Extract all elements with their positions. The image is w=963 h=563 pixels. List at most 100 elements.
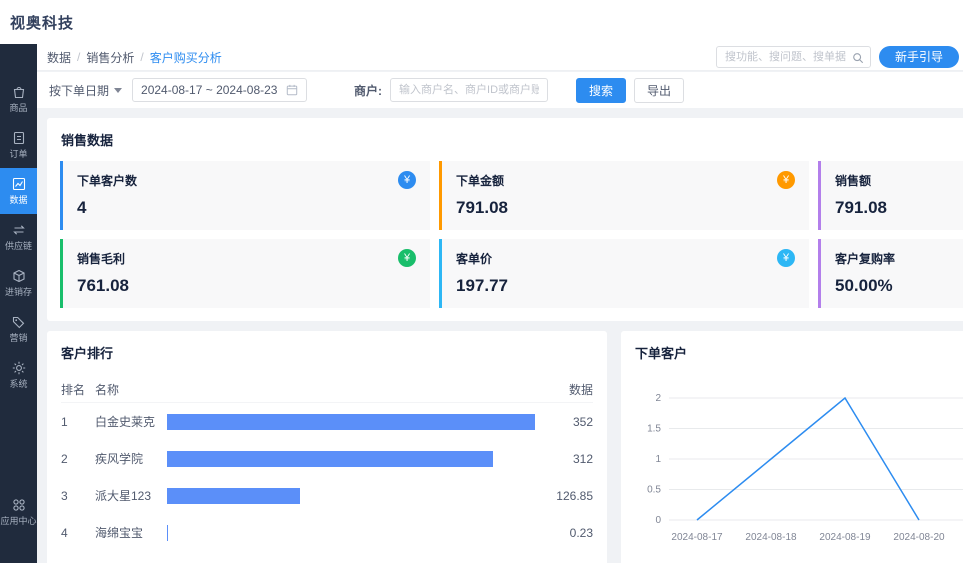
sidebar-item-system[interactable]: 系统 <box>0 352 37 398</box>
ranking-table-body: 1白金史莱克3522疾风学院3123派大星123126.854海绵宝宝0.23 <box>61 403 593 551</box>
brand-logo: 视奥科技 <box>10 12 74 33</box>
rank-cell: 3 <box>61 489 95 503</box>
customer-ranking-card: 客户排行 排名 名称 数据 1白金史莱克3522疾风学院3123派大星12312… <box>47 331 607 563</box>
table-row: 3派大星123 126.85 <box>61 477 593 514</box>
stat-tile-5: 客单价¥197.77 <box>439 239 809 308</box>
breadcrumb: 数据/销售分析/客户购买分析 <box>47 49 716 66</box>
name-cell: 派大星123 <box>95 487 167 504</box>
sidebar-item-label: 进销存 <box>0 286 37 298</box>
breadcrumb-item[interactable]: 数据 <box>47 49 71 66</box>
breadcrumb-item[interactable]: 客户购买分析 <box>150 49 222 66</box>
stat-tile-value: 761.08 <box>77 276 416 296</box>
search-icon[interactable] <box>852 51 864 63</box>
export-button[interactable]: 导出 <box>634 78 684 103</box>
sidebar-item-label: 系统 <box>0 378 37 390</box>
table-row: 2疾风学院312 <box>61 440 593 477</box>
date-type-dropdown[interactable]: 按下单日期 <box>49 82 122 99</box>
stat-tile-label: 客户复购率 <box>835 250 895 267</box>
sidebar-item-inventory[interactable]: 进销存 <box>0 260 37 306</box>
bar-cell <box>167 488 535 504</box>
ranking-table-header: 排名 名称 数据 <box>61 376 593 403</box>
inventory-icon <box>11 268 27 284</box>
svg-text:2: 2 <box>655 393 661 404</box>
sidebar-item-label: 订单 <box>0 148 37 160</box>
stat-tiles: 下单客户数 ¥4 下单金额¥791.08 销售额 ¥791.08 销售毛利 ¥761.08 客… <box>47 149 963 308</box>
table-row: 4海绵宝宝0.23 <box>61 514 593 551</box>
sidebar-item-goods[interactable]: 商品 <box>0 76 37 122</box>
date-type-label: 按下单日期 <box>49 82 109 99</box>
nav-bar: 数据/销售分析/客户购买分析 新手引导 <box>37 44 963 71</box>
sidebar-item-marketing[interactable]: 营销 <box>0 306 37 352</box>
svg-text:2024-08-19: 2024-08-19 <box>819 532 871 543</box>
breadcrumb-item[interactable]: 销售分析 <box>86 49 134 66</box>
value-cell: 126.85 <box>535 489 593 503</box>
name-cell: 疾风学院 <box>95 450 167 467</box>
stat-tile-4: 销售毛利 ¥761.08 <box>60 239 430 308</box>
ranking-table: 排名 名称 数据 1白金史莱克3522疾风学院3123派大星123126.854… <box>61 376 593 551</box>
stat-tile-label: 销售额 <box>835 172 871 189</box>
stat-tile-6: 客户复购率%50.00% <box>818 239 963 308</box>
stat-tile-value: 791.08 <box>835 198 963 218</box>
bottom-row: 客户排行 排名 名称 数据 1白金史莱克3522疾风学院3123派大星12312… <box>47 331 963 563</box>
stat-tile-value: 50.00% <box>835 276 963 296</box>
svg-text:2024-08-17: 2024-08-17 <box>671 532 723 543</box>
sidebar-item-label: 供应链 <box>0 240 37 252</box>
sidebar-item-label: 营销 <box>0 332 37 344</box>
global-search-input[interactable] <box>723 50 852 64</box>
calendar-icon <box>286 84 298 96</box>
sidebar-item-label: 应用中心 <box>0 515 37 527</box>
value-cell: 312 <box>535 452 593 466</box>
ranking-bar <box>167 488 300 504</box>
search-button[interactable]: 搜索 <box>576 78 626 103</box>
customer-count-icon: ¥ <box>398 171 416 189</box>
sidebar-item-data[interactable]: 数据 <box>0 168 37 214</box>
sales-data-card: 销售数据 下单客户数 ¥4 下单金额¥791.08 销售额 ¥791.08 销售毛利 ¥76… <box>47 118 963 321</box>
stat-tile-value: 791.08 <box>456 198 795 218</box>
filter-bar: 按下单日期 2024-08-17 ~ 2024-08-23 商户: 搜索 导出 <box>37 72 963 108</box>
stat-tile-label: 销售毛利 <box>77 250 125 267</box>
name-cell: 海绵宝宝 <box>95 524 167 541</box>
sidebar-item-app-center[interactable]: 应用中心 <box>0 489 37 535</box>
gross-profit-icon: ¥ <box>398 249 416 267</box>
system-icon <box>11 360 27 376</box>
order-customers-chart: 00.511.522024-08-172024-08-182024-08-192… <box>635 370 963 563</box>
stat-tile-value: 4 <box>77 198 416 218</box>
stat-tile-label: 客单价 <box>456 250 492 267</box>
app-center-icon <box>11 497 27 513</box>
order-amount-icon: ¥ <box>777 171 795 189</box>
table-row: 1白金史莱克 352 <box>61 403 593 440</box>
rank-cell: 1 <box>61 415 95 429</box>
order-customers-card: 下单客户 00.511.522024-08-172024-08-182024-0… <box>621 331 963 563</box>
rank-cell: 4 <box>61 526 95 540</box>
stat-tile-label: 下单客户数 <box>77 172 137 189</box>
sales-card-title: 销售数据 <box>47 130 963 149</box>
merchant-search-input[interactable] <box>390 78 548 102</box>
stat-tile-1: 下单客户数 ¥4 <box>60 161 430 230</box>
svg-text:0.5: 0.5 <box>647 485 661 496</box>
stat-tile-2: 下单金额¥791.08 <box>439 161 809 230</box>
sidebar-item-orders[interactable]: 订单 <box>0 122 37 168</box>
value-cell: 352 <box>535 415 593 429</box>
ranking-bar <box>167 414 535 430</box>
chart-card-title: 下单客户 <box>635 343 963 362</box>
main-content: 销售数据 下单客户数 ¥4 下单金额¥791.08 销售额 ¥791.08 销售毛利 ¥76… <box>47 118 963 563</box>
bar-cell <box>167 451 535 467</box>
svg-text:1: 1 <box>655 454 661 465</box>
global-search-box[interactable] <box>716 46 871 68</box>
bar-cell <box>167 414 535 430</box>
marketing-icon <box>11 314 27 330</box>
sidebar-item-label: 数据 <box>0 194 37 206</box>
stat-tile-value: 197.77 <box>456 276 795 296</box>
sidebar: 商品订单数据供应链进销存营销系统 应用中心 <box>0 44 37 563</box>
name-cell: 白金史莱克 <box>95 413 167 430</box>
column-header-value: 数据 <box>535 381 593 398</box>
beginner-guide-button[interactable]: 新手引导 <box>879 46 959 68</box>
breadcrumb-separator: / <box>140 50 143 64</box>
ranking-bar <box>167 451 493 467</box>
date-range-picker[interactable]: 2024-08-17 ~ 2024-08-23 <box>132 78 307 102</box>
merchant-label: 商户: <box>354 82 382 99</box>
svg-text:2024-08-20: 2024-08-20 <box>893 532 945 543</box>
data-icon <box>11 176 27 192</box>
ranking-card-title: 客户排行 <box>61 343 593 362</box>
sidebar-item-supply-chain[interactable]: 供应链 <box>0 214 37 260</box>
